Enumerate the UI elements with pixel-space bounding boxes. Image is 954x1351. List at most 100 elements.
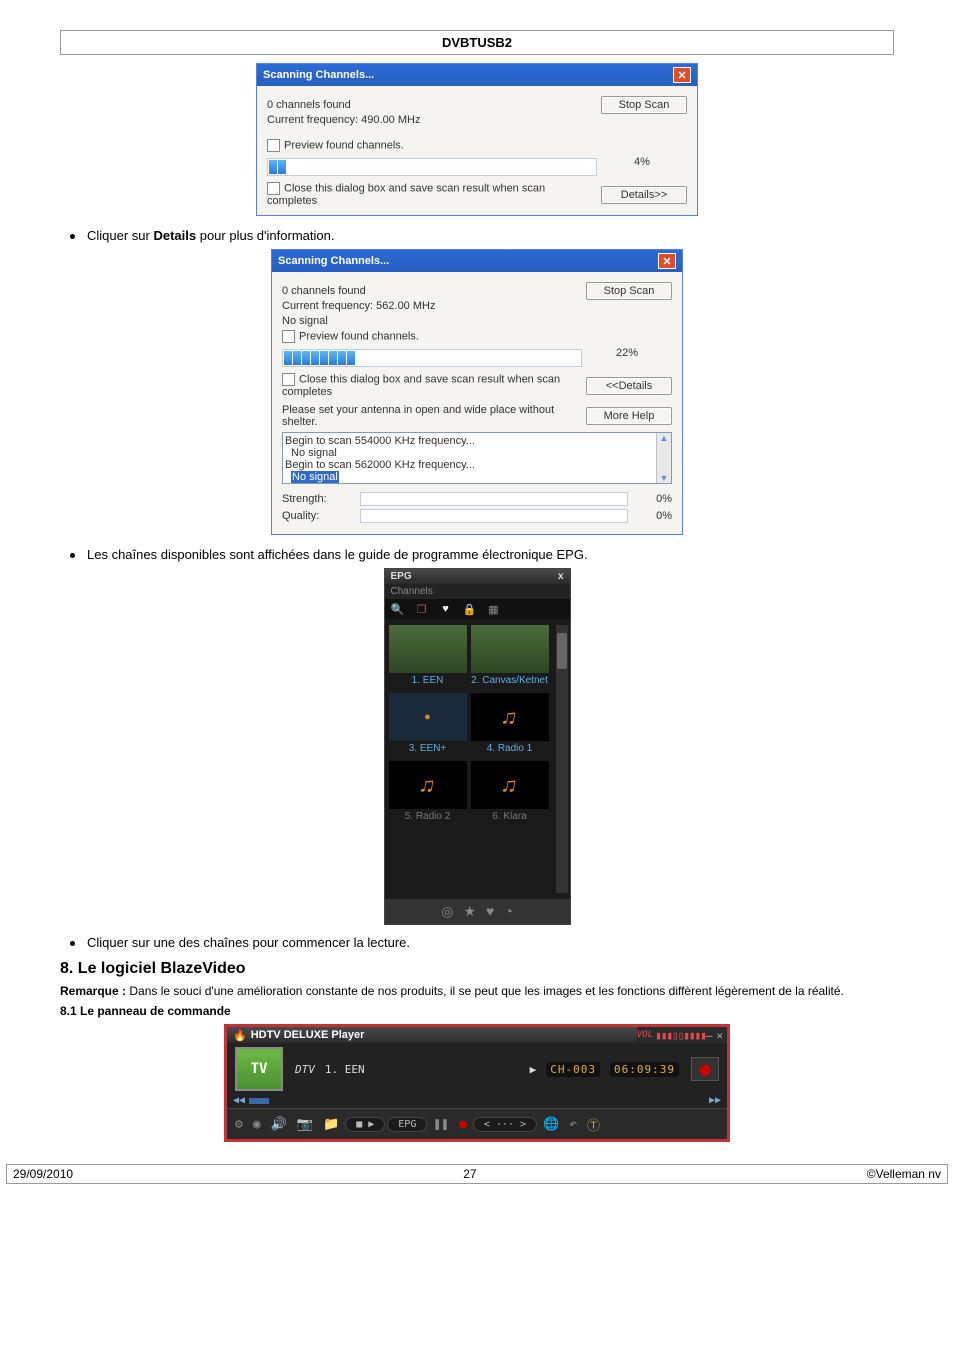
epg-scrollbar[interactable] [556,625,568,893]
channel-item[interactable]: ♫ 4. Radio 1 [471,693,549,755]
folder-icon[interactable]: 📁 [319,1117,343,1132]
channel-label: 3. EEN+ [389,743,467,755]
pause-icon[interactable]: ❚❚ [429,1117,453,1132]
bullet-text-click-channel: Cliquer sur une des chaînes pour commenc… [87,935,410,950]
globe-icon[interactable]: 🌐 [539,1117,563,1132]
heading-8: 8. Le logiciel BlazeVideo [60,960,894,978]
scan-percent: 22% [582,347,672,359]
player-controls-bar: ⚙ ◉ 🔊 📷 📁 ■ ▶ EPG ❚❚ ● < ··· > 🌐 ↶ Ⓣ [227,1108,727,1139]
close-on-complete-checkbox[interactable] [267,182,280,195]
stop-scan-button[interactable]: Stop Scan [601,96,687,114]
teletext-icon[interactable]: Ⓣ [583,1115,604,1134]
gear-icon[interactable]: ⚙ [231,1117,247,1132]
current-frequency-text: Current frequency: 490.00 MHz [267,114,597,126]
channel-label: 1. EEN [389,675,467,687]
footer-page-number: 27 [463,1167,476,1181]
remark-label: Remarque : [60,984,126,998]
stop-scan-button[interactable]: Stop Scan [586,282,672,300]
stop-button[interactable]: ■ ▶ [345,1117,385,1132]
more-help-button[interactable]: More Help [586,407,672,425]
scanning-dialog-basic: Scanning Channels... ✕ 0 channels found … [256,63,698,216]
log-line-selected: No signal [291,471,339,483]
log-scrollbar[interactable]: ▲▼ [656,433,671,483]
remark-paragraph: Remarque : Dans le souci d'une améliorat… [60,984,894,998]
music-icon: ♫ [499,703,520,731]
record-button[interactable]: ● [455,1117,471,1132]
heading-8-1: 8.1 Le panneau de commande [60,1004,894,1018]
close-on-complete-checkbox[interactable] [282,373,295,386]
record-icon[interactable]: ⬤ [691,1057,719,1081]
preview-checkbox[interactable] [267,139,280,152]
details-collapse-button[interactable]: <<Details [586,377,672,395]
footer-date: 29/09/2010 [13,1167,73,1181]
channel-item[interactable]: 2. Canvas/Ketnet [471,625,549,687]
dialog-titlebar: Scanning Channels... ✕ [257,64,697,86]
music-icon: ♫ [499,771,520,799]
doc-header: DVBTUSB2 [60,30,894,55]
channel-thumb: ♫ [471,761,549,809]
scanning-dialog-detailed: Scanning Channels... ✕ 0 channels found … [271,249,683,535]
antenna-icon[interactable]: ◎ [441,903,453,920]
epg-panel: EPG x Channels 🔍 ❐ ♥ 🔒 ▦ 1. EEN 2. Canva… [384,568,571,925]
strength-bar [360,492,628,506]
page-footer: 29/09/2010 27 ©Velleman nv [6,1164,948,1184]
preview-label: Preview found channels. [284,139,404,151]
prev-channel-button[interactable]: < ··· > [473,1117,537,1132]
channel-item[interactable]: ♫ 5. Radio 2 [389,761,467,823]
epg-subtitle: Channels [385,584,570,599]
lock-icon[interactable]: 🔒 [463,602,477,616]
channel-thumb: ♫ [471,693,549,741]
scroll-up-icon[interactable]: ▲ [660,433,669,443]
channel-label: 5. Radio 2 [389,811,467,823]
prev-track-icon[interactable]: ◀◀ [233,1095,245,1106]
scroll-down-icon[interactable]: ▼ [660,473,669,483]
close-on-complete-label: Close this dialog box and save scan resu… [282,373,560,398]
epg-button[interactable]: EPG [387,1117,427,1132]
heart-icon[interactable]: ♥ [486,903,494,920]
page-icon[interactable]: ❐ [415,602,429,616]
close-icon[interactable]: ✕ [673,67,691,83]
scan-progress-bar [282,349,582,367]
speaker-icon[interactable]: 🔊 [267,1117,291,1132]
grid-icon[interactable]: ▦ [487,602,501,616]
clock-icon[interactable]: ◔ [504,903,512,920]
seek-bar[interactable] [249,1098,269,1104]
channel-item[interactable]: ♫ 6. Klara [471,761,549,823]
close-icon[interactable]: x [558,571,564,582]
next-track-icon[interactable]: ▶▶ [709,1095,721,1106]
dialog-title: Scanning Channels... [263,69,374,81]
channels-found-text: 0 channels found [267,99,597,111]
camera-icon[interactable]: 📷 [293,1117,317,1132]
antenna-hint: Please set your antenna in open and wide… [282,404,554,428]
epg-title: EPG [391,571,412,582]
close-icon[interactable]: ✕ [658,253,676,269]
play-icon[interactable]: ▶ [530,1063,537,1076]
vol-label: VOL [637,1030,655,1040]
channel-label: 6. Klara [471,811,549,823]
preview-checkbox[interactable] [282,330,295,343]
search-icon[interactable]: 🔍 [391,602,405,616]
close-icon[interactable]: ✕ [716,1029,723,1042]
channel-thumb [471,625,549,673]
eye-icon[interactable]: ◉ [249,1117,265,1132]
minimize-icon[interactable]: — [706,1029,713,1042]
heart-icon[interactable]: ♥ [439,602,453,616]
footer-copyright: ©Velleman nv [867,1167,941,1181]
channel-item[interactable]: 1. EEN [389,625,467,687]
strength-label: Strength: [282,493,352,505]
channel-thumb: ● [389,693,467,741]
star-icon[interactable]: ★ [463,903,476,920]
dialog-title: Scanning Channels... [278,255,389,267]
undo-icon[interactable]: ↶ [565,1117,581,1132]
preview-label: Preview found channels. [299,330,419,342]
time-lcd: 06:09:39 [610,1062,679,1077]
close-on-complete-label: Close this dialog box and save scan resu… [267,182,545,207]
tv-logo: TV [235,1047,283,1091]
quality-label: Quality: [282,510,352,522]
channel-item[interactable]: ● 3. EEN+ [389,693,467,755]
details-button[interactable]: Details>> [601,186,687,204]
dialog-titlebar: Scanning Channels... ✕ [272,250,682,272]
bullet-text-details: Cliquer sur Details pour plus d'informat… [87,228,334,243]
no-signal-text: No signal [282,315,582,327]
log-line: No signal [285,447,669,459]
